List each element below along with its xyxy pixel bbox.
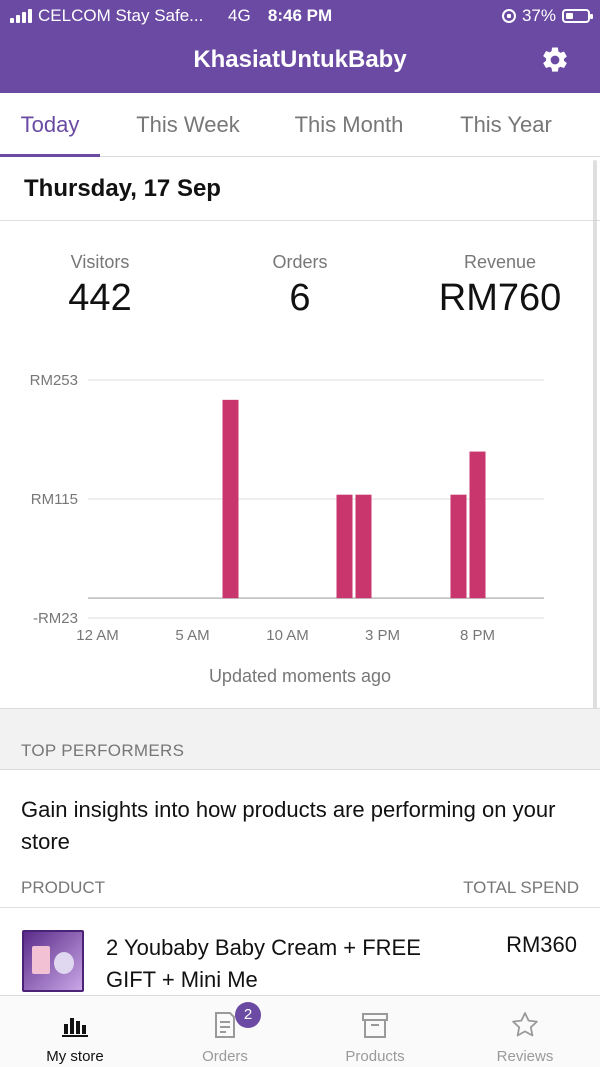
chart-bar[interactable] — [450, 494, 467, 599]
battery-icon — [562, 9, 593, 23]
product-name: 2 Youbaby Baby Cream + FREE GIFT + Mini … — [106, 935, 421, 992]
x-tick-label: 8 PM — [460, 627, 495, 644]
insight-text: Gain insights into how products are perf… — [21, 797, 556, 854]
nav-label: My store — [46, 1048, 104, 1065]
rotation-lock-icon — [501, 9, 516, 23]
y-tick-label: -RM23 — [33, 610, 78, 627]
nav-orders[interactable]: 2 Orders — [150, 996, 300, 1067]
chart-bar[interactable] — [469, 451, 486, 599]
product-spend: RM360 — [506, 932, 577, 957]
x-tick-label: 5 AM — [175, 627, 209, 644]
nav-label: Products — [345, 1048, 405, 1065]
x-tick-label: 12 AM — [76, 627, 119, 644]
product-thumbnail — [22, 930, 84, 992]
nav-my-store[interactable]: My store — [0, 996, 150, 1067]
y-tick-label: RM115 — [31, 491, 78, 508]
revenue-stat: Revenue RM760 — [400, 252, 600, 320]
tab-this-week[interactable]: This Week — [118, 93, 258, 157]
nav-products[interactable]: Products — [300, 996, 450, 1067]
tab-this-year[interactable]: This Year — [440, 93, 572, 157]
y-tick-label: RM253 — [30, 372, 78, 389]
top-performers-header: TOP PERFORMERS — [0, 708, 600, 770]
battery-group: 37% — [501, 6, 593, 26]
status-bar: CELCOM Stay Safe... 4G 8:46 PM 37% — [0, 0, 600, 32]
x-tick-label: 10 AM — [266, 627, 309, 644]
period-tabs: Today This Week This Month This Year — [0, 93, 600, 157]
orders-label: Orders — [272, 252, 328, 272]
gear-icon[interactable] — [540, 45, 570, 75]
bottom-nav: My store 2 Orders Products Reviews — [0, 995, 600, 1067]
bar-chart-icon — [62, 1018, 88, 1037]
revenue-value: RM760 — [438, 277, 562, 319]
visitors-stat: Visitors 442 — [0, 252, 200, 320]
chart-bar[interactable] — [355, 494, 372, 599]
table-header: PRODUCT TOTAL SPEND — [0, 876, 600, 908]
orders-badge: 2 — [235, 1002, 261, 1028]
nav-reviews[interactable]: Reviews — [450, 996, 600, 1067]
nav-label: Reviews — [496, 1048, 554, 1065]
star-icon — [512, 1012, 538, 1037]
chart-bar[interactable] — [222, 399, 239, 599]
table-row[interactable]: 2 Youbaby Baby Cream + FREE GIFT + Mini … — [0, 920, 600, 996]
archive-box-icon — [362, 1013, 388, 1038]
visitors-label: Visitors — [70, 252, 130, 272]
app-header: CELCOM Stay Safe... 4G 8:46 PM 37% Khasi… — [0, 0, 600, 93]
chart-bar[interactable] — [336, 494, 353, 599]
revenue-label: Revenue — [463, 252, 537, 272]
revenue-chart: RM253 RM115 -RM2312 AM 5 AM 10 AM 3 PM 8 PM — [30, 372, 544, 644]
nav-label: Orders — [202, 1048, 248, 1065]
scrollbar[interactable] — [593, 160, 597, 730]
total-spend-column-header: TOTAL SPEND — [463, 878, 579, 897]
product-column-header: PRODUCT — [21, 878, 106, 897]
orders-value: 6 — [289, 277, 311, 319]
tab-today[interactable]: Today — [0, 93, 100, 157]
selected-date: Thursday, 17 Sep — [24, 175, 221, 202]
date-header: Thursday, 17 Sep — [0, 157, 600, 221]
section-title: TOP PERFORMERS — [21, 741, 185, 760]
orders-stat: Orders 6 — [200, 252, 400, 320]
store-title: KhasiatUntukBaby — [193, 46, 407, 73]
tab-this-month[interactable]: This Month — [278, 93, 420, 157]
updated-status: Updated moments ago — [208, 666, 392, 686]
x-tick-label: 3 PM — [365, 627, 400, 644]
battery-percent: 37% — [521, 6, 556, 25]
visitors-value: 442 — [68, 277, 132, 319]
